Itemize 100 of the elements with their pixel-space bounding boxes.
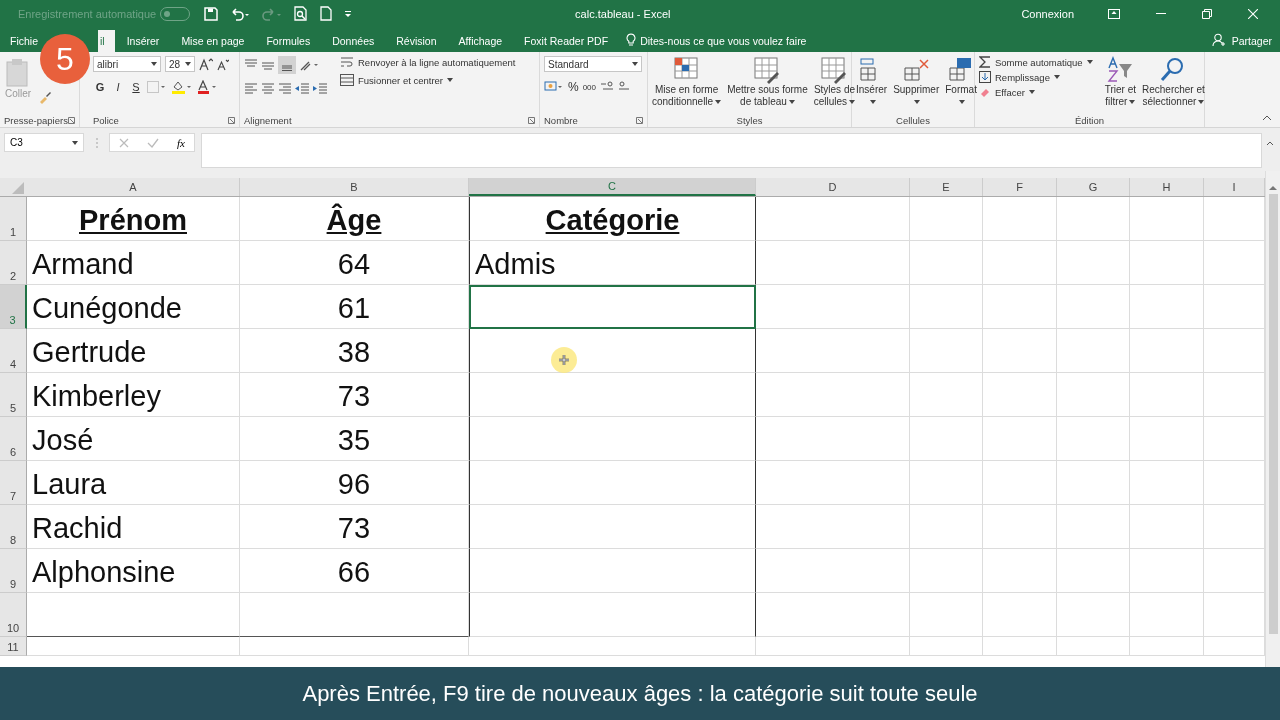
merge-center-button[interactable]: Fusionner et centrer bbox=[340, 74, 516, 86]
italic-button[interactable]: I bbox=[111, 81, 125, 93]
ribbon-tab[interactable]: il bbox=[98, 30, 115, 52]
save-icon[interactable] bbox=[204, 6, 219, 21]
enter-check-icon[interactable] bbox=[147, 137, 159, 148]
tell-me-search[interactable]: Dites-nous ce que vous voulez faire bbox=[640, 30, 1212, 52]
underline-button[interactable]: S bbox=[129, 81, 143, 93]
table-cell: 35 bbox=[240, 417, 469, 461]
ribbon-tab[interactable]: Révision bbox=[386, 30, 447, 52]
row-header[interactable]: 8 bbox=[0, 505, 27, 549]
collapse-ribbon-icon[interactable] bbox=[1262, 115, 1272, 121]
ribbon-tab[interactable]: Affichage bbox=[448, 30, 513, 52]
number-format-field[interactable]: Standard bbox=[544, 56, 642, 72]
caret-icon bbox=[185, 62, 191, 66]
row-header[interactable]: 3 bbox=[0, 285, 27, 329]
column-header[interactable]: G bbox=[1057, 178, 1130, 196]
row-header[interactable]: 9 bbox=[0, 549, 27, 593]
ribbon-tab[interactable]: Formules bbox=[256, 30, 321, 52]
cells-button[interactable]: Supprimer bbox=[893, 56, 940, 108]
scroll-up-icon[interactable] bbox=[1269, 185, 1277, 190]
align-center-icon[interactable] bbox=[261, 82, 275, 96]
row-header[interactable]: 2 bbox=[0, 241, 27, 285]
font-size-field[interactable]: 28 bbox=[165, 56, 195, 72]
styles-button[interactable]: Mise en forme conditionnelle bbox=[652, 56, 722, 108]
align-bottom-icon[interactable] bbox=[278, 56, 296, 74]
percent-button[interactable]: % bbox=[568, 80, 579, 94]
dialog-launcher-icon[interactable] bbox=[228, 116, 235, 124]
currency-icon[interactable] bbox=[544, 80, 564, 94]
increase-indent-icon[interactable] bbox=[313, 82, 328, 96]
restore-icon[interactable] bbox=[1202, 8, 1212, 19]
new-document-icon[interactable] bbox=[320, 6, 333, 21]
column-header[interactable]: D bbox=[756, 178, 910, 196]
share-button[interactable]: Partager bbox=[1231, 30, 1272, 52]
ribbon-tab[interactable]: Insérer bbox=[116, 30, 170, 52]
ribbon-tab[interactable]: Données bbox=[322, 30, 385, 52]
row-header[interactable]: 1 bbox=[0, 197, 27, 241]
close-icon[interactable] bbox=[1248, 8, 1258, 19]
caret-icon bbox=[1053, 75, 1060, 79]
grow-font-icon[interactable] bbox=[199, 57, 213, 71]
dialog-launcher-icon[interactable] bbox=[528, 116, 535, 124]
wrap-text-button[interactable]: Renvoyer à la ligne automatiquement bbox=[340, 56, 516, 68]
autosum-button[interactable]: Somme automatique bbox=[979, 56, 1093, 68]
editing-button[interactable]: Trier et filtrer bbox=[1104, 56, 1136, 108]
ribbon-tab[interactable]: Fichie bbox=[10, 30, 38, 52]
drag-handle-icon[interactable] bbox=[96, 138, 98, 148]
decrease-indent-icon[interactable] bbox=[295, 82, 310, 96]
ribbon-display-icon[interactable] bbox=[1108, 8, 1120, 19]
column-header[interactable]: H bbox=[1130, 178, 1204, 196]
table-cell: Admis bbox=[469, 241, 756, 285]
shrink-font-icon[interactable] bbox=[217, 57, 229, 71]
customize-caret-icon[interactable] bbox=[344, 9, 353, 18]
table-cell: Gertrude bbox=[27, 329, 240, 373]
sign-in-link[interactable]: Connexion bbox=[1021, 7, 1074, 20]
print-preview-icon[interactable] bbox=[294, 6, 309, 21]
undo-icon[interactable] bbox=[230, 6, 251, 21]
font-name-field[interactable]: alibri bbox=[93, 56, 161, 72]
caret-icon bbox=[849, 100, 856, 105]
dialog-launcher-icon[interactable] bbox=[68, 116, 75, 124]
lightbulb-icon[interactable] bbox=[626, 33, 637, 47]
format-painter-icon[interactable] bbox=[38, 90, 52, 104]
cursor-highlight-icon bbox=[550, 346, 578, 374]
dialog-launcher-icon[interactable] bbox=[636, 116, 643, 124]
table-cell: 96 bbox=[240, 461, 469, 505]
column-header[interactable]: F bbox=[983, 178, 1057, 196]
align-right-icon[interactable] bbox=[278, 82, 292, 96]
formula-input-field[interactable] bbox=[201, 133, 1262, 168]
minimize-icon[interactable] bbox=[1156, 12, 1166, 15]
window-title: calc.tableau - Excel bbox=[574, 7, 672, 20]
styles-button[interactable]: Mettre sous forme de tableau bbox=[727, 56, 808, 108]
ribbon-tab[interactable]: Foxit Reader PDF bbox=[514, 30, 619, 52]
cells-button[interactable]: Format bbox=[945, 56, 977, 108]
styles-button[interactable]: Styles de cellules bbox=[813, 56, 856, 108]
row-header[interactable]: 7 bbox=[0, 461, 27, 505]
editing-button[interactable]: Rechercher et sélectionner bbox=[1142, 56, 1205, 108]
table-cell: Âge bbox=[240, 197, 469, 241]
clear-button[interactable]: Effacer bbox=[979, 86, 1093, 98]
thousands-button[interactable]: 000 bbox=[582, 82, 597, 92]
row-header[interactable]: 4 bbox=[0, 329, 27, 373]
align-left-icon[interactable] bbox=[244, 82, 258, 96]
column-header[interactable]: C bbox=[469, 178, 756, 196]
borders-icon[interactable] bbox=[147, 81, 167, 93]
expand-formula-bar-icon[interactable] bbox=[1266, 141, 1274, 146]
name-box[interactable]: C3 bbox=[4, 133, 84, 152]
row-header[interactable]: 11 bbox=[0, 637, 27, 656]
person-icon[interactable] bbox=[1211, 33, 1226, 47]
row-header[interactable]: 10 bbox=[0, 593, 27, 637]
cells-button[interactable]: Insérer bbox=[856, 56, 888, 108]
caret-icon bbox=[1086, 60, 1093, 64]
fill-down-icon bbox=[979, 71, 991, 83]
vertical-scrollbar[interactable] bbox=[1265, 171, 1280, 667]
column-header[interactable]: A bbox=[27, 178, 240, 196]
bold-button[interactable]: G bbox=[93, 81, 107, 93]
row-header[interactable]: 6 bbox=[0, 417, 27, 461]
fill-color-icon[interactable] bbox=[171, 80, 193, 94]
insert-function-button[interactable]: fx bbox=[177, 136, 185, 149]
ribbon-tab[interactable]: Mise en page bbox=[171, 30, 255, 52]
row-header[interactable]: 5 bbox=[0, 373, 27, 417]
font-color-icon[interactable] bbox=[197, 80, 219, 94]
fill-button[interactable]: Remplissage bbox=[979, 71, 1093, 83]
column-header[interactable]: E bbox=[910, 178, 983, 196]
